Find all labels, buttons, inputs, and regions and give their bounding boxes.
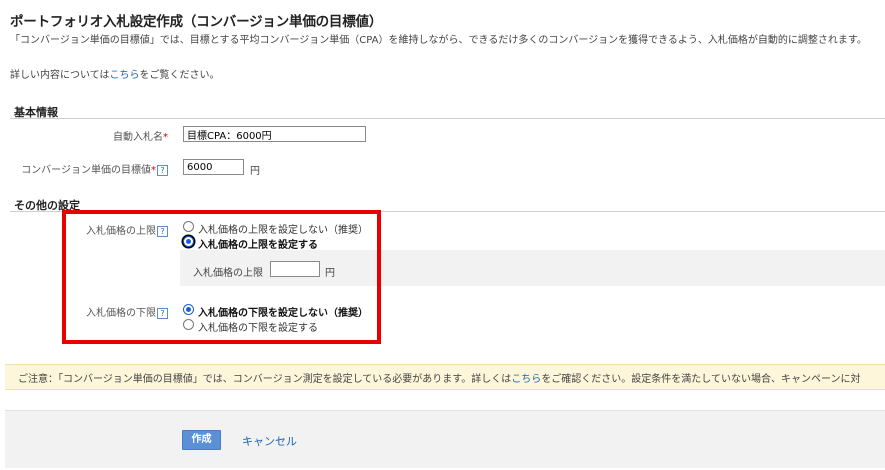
required-mark: * <box>163 132 168 143</box>
details-prefix: 詳しい内容については <box>10 70 110 81</box>
section-divider <box>10 118 885 119</box>
help-icon[interactable]: ? <box>157 164 168 176</box>
action-bar <box>5 410 885 468</box>
create-button[interactable]: 作成 <box>182 430 221 450</box>
cancel-link[interactable]: キャンセル <box>242 433 297 449</box>
notice-text: ご注意：「コンバージョン単価の目標値」では、コンバージョン測定を設定している必要… <box>18 370 861 385</box>
highlight-annotation-box <box>62 210 381 344</box>
target-cpa-input[interactable] <box>183 159 244 175</box>
details-suffix: をご覧ください。 <box>139 70 220 81</box>
notice-link[interactable]: こちら <box>511 374 541 385</box>
page-intro: 「コンバージョン単価の目標値」では、目標とする平均コンバージョン単価（CPA）を… <box>10 35 867 46</box>
details-link[interactable]: こちら <box>110 70 140 81</box>
target-cpa-unit: 円 <box>250 166 260 177</box>
bid-strategy-name-label: 自動入札名* <box>113 128 168 143</box>
required-mark: * <box>151 165 156 176</box>
target-cpa-label: コンバージョン単価の目標値*? <box>21 161 168 176</box>
bid-strategy-name-input[interactable] <box>183 126 366 142</box>
target-cpa-label-text: コンバージョン単価の目標値 <box>21 165 151 176</box>
details-line: 詳しい内容についてはこちらをご覧ください。 <box>10 66 220 81</box>
bid-strategy-name-label-text: 自動入札名 <box>113 132 163 143</box>
page-title: ポートフォリオ入札設定作成（コンバージョン単価の目標値） <box>10 14 383 30</box>
notice-suffix: をご確認ください。設定条件を満たしていない場合、キャンペーンに対 <box>541 374 861 385</box>
notice-prefix: ご注意：「コンバージョン単価の目標値」では、コンバージョン測定を設定している必要… <box>18 374 512 385</box>
